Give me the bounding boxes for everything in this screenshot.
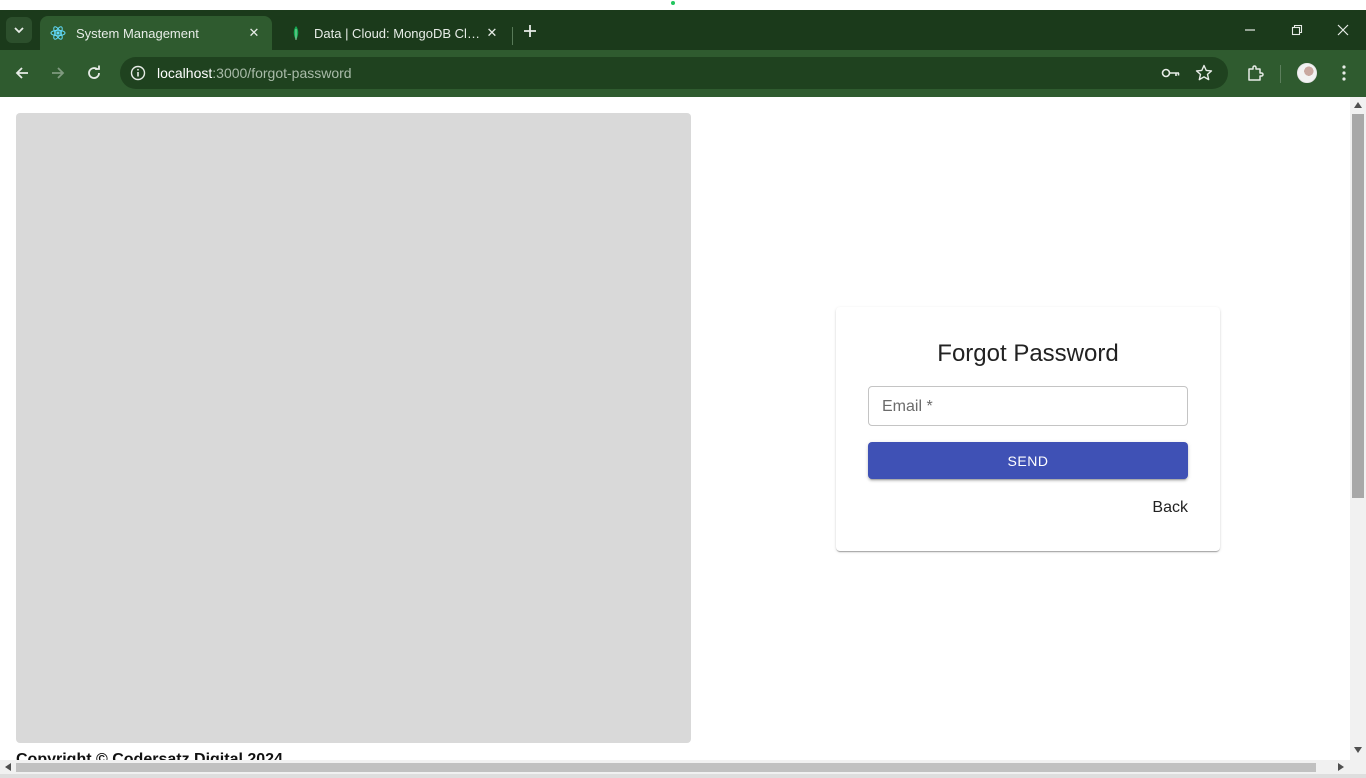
scroll-up-arrow-icon[interactable]: [1354, 102, 1362, 108]
send-button[interactable]: SEND: [868, 442, 1188, 479]
copyright-text: Copyright © Codersatz Digital 2024: [16, 751, 283, 760]
window-top-strip: [0, 0, 1366, 10]
plus-icon: [524, 25, 536, 37]
site-info-icon[interactable]: [128, 63, 148, 83]
tab-bar: System Management ✕ Data | Cloud: MongoD…: [0, 10, 1366, 50]
scroll-right-arrow-icon[interactable]: [1338, 763, 1344, 771]
horizontal-scrollbar[interactable]: [0, 760, 1366, 774]
horizontal-scroll-thumb[interactable]: [16, 763, 1316, 772]
profile-avatar[interactable]: [1297, 63, 1317, 83]
scroll-left-arrow-icon[interactable]: [5, 763, 11, 771]
email-field[interactable]: Email *: [868, 386, 1188, 426]
scroll-down-arrow-icon[interactable]: [1354, 747, 1362, 753]
toolbar-divider: [1280, 65, 1281, 83]
back-nav-button[interactable]: [10, 61, 34, 85]
page-title: Forgot Password: [937, 340, 1119, 367]
close-icon[interactable]: ✕: [246, 25, 262, 41]
tab-separator: [512, 27, 513, 45]
restore-icon: [1291, 24, 1303, 36]
reload-icon: [88, 65, 100, 79]
vertical-scrollbar[interactable]: [1350, 97, 1366, 760]
restore-button[interactable]: [1285, 18, 1309, 42]
tab-title: System Management: [76, 25, 199, 41]
mongodb-leaf-icon: [288, 25, 304, 41]
chevron-down-icon: [14, 27, 24, 34]
browser-toolbar: localhost:3000/forgot-password: [0, 50, 1366, 96]
reload-button[interactable]: [82, 61, 106, 85]
tab-title: Data | Cloud: MongoDB Cloud: [314, 25, 484, 41]
minimize-icon: [1245, 29, 1255, 31]
activity-dot: [671, 1, 675, 5]
new-tab-button[interactable]: [518, 19, 542, 43]
close-window-button[interactable]: [1331, 18, 1355, 42]
arrow-right-icon: [52, 67, 65, 79]
address-bar[interactable]: localhost:3000/forgot-password: [120, 57, 1228, 89]
url-host: localhost: [157, 65, 213, 81]
close-icon[interactable]: ✕: [484, 25, 500, 41]
minimize-button[interactable]: [1238, 18, 1262, 42]
react-icon: [50, 25, 66, 41]
arrow-left-icon: [15, 67, 28, 79]
url-path: :3000/forgot-password: [212, 65, 352, 81]
puzzle-icon: [1248, 65, 1264, 81]
extensions-button[interactable]: [1243, 61, 1267, 85]
back-link[interactable]: Back: [1152, 499, 1188, 517]
vertical-scroll-thumb[interactable]: [1352, 114, 1364, 498]
forward-nav-button[interactable]: [46, 61, 70, 85]
page-viewport: Forgot Password Email * SEND Back Copyri…: [0, 97, 1350, 760]
tab-system-management[interactable]: System Management ✕: [40, 16, 272, 50]
close-icon: [1337, 24, 1349, 36]
email-label: Email *: [882, 398, 933, 415]
illustration-placeholder: [16, 113, 691, 743]
tab-mongodb-cloud[interactable]: Data | Cloud: MongoDB Cloud ✕: [278, 16, 510, 50]
window-bottom-edge: [0, 774, 1366, 778]
forgot-password-card: Forgot Password Email * SEND Back: [836, 307, 1220, 551]
browser-menu-button[interactable]: [1332, 61, 1356, 85]
bookmark-star-icon[interactable]: [1194, 63, 1214, 83]
more-vertical-icon: [1342, 65, 1346, 81]
password-key-icon[interactable]: [1161, 63, 1181, 83]
url-text: localhost:3000/forgot-password: [157, 65, 352, 81]
tab-search-button[interactable]: [6, 17, 32, 43]
